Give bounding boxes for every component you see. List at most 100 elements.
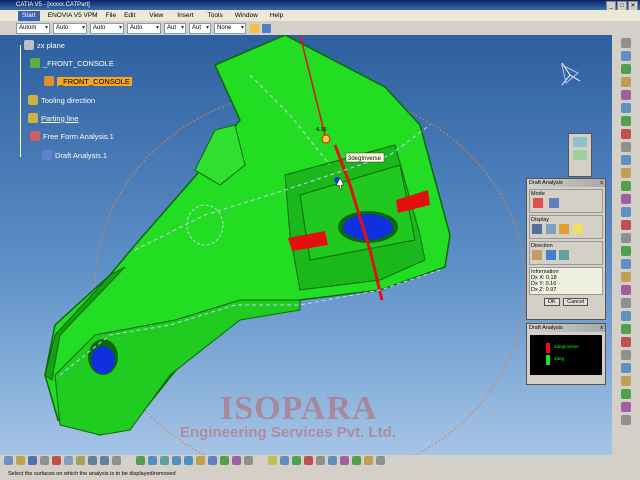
transparency-combo[interactable]: Auto <box>53 22 87 34</box>
analysis-tool-icon[interactable] <box>364 456 373 465</box>
zoom-in-icon[interactable] <box>172 456 181 465</box>
normal-view-icon[interactable] <box>196 456 205 465</box>
view-mode-icon[interactable] <box>573 137 587 147</box>
menu-edit[interactable]: Edit <box>124 12 135 19</box>
tree-item-draft-analysis[interactable]: Draft Analysis.1 <box>42 150 107 160</box>
tool-icon[interactable] <box>621 298 631 308</box>
zoom-out-icon[interactable] <box>184 456 193 465</box>
dialog-close-button[interactable]: x <box>600 179 603 187</box>
tree-item-front-console-body[interactable]: _FRONT_CONSOLE <box>44 76 132 86</box>
lock-direction-icon[interactable] <box>532 250 542 260</box>
layer-combo[interactable]: None <box>214 22 246 34</box>
tool-icon[interactable] <box>621 415 631 425</box>
compass-axis-icon[interactable] <box>561 62 581 86</box>
cut-icon[interactable] <box>52 456 61 465</box>
tree-item-parting-line[interactable]: Parting line <box>28 113 79 123</box>
ok-button[interactable]: OK <box>543 298 560 306</box>
help-icon[interactable] <box>112 456 121 465</box>
layer-type-combo[interactable]: Aut <box>189 22 211 34</box>
light-icon[interactable] <box>572 224 583 234</box>
tool-icon[interactable] <box>621 259 631 269</box>
analysis-tool-icon[interactable] <box>340 456 349 465</box>
analysis-tool-icon[interactable] <box>268 456 277 465</box>
rotate-icon[interactable] <box>160 456 169 465</box>
tool-icon[interactable] <box>621 116 631 126</box>
inspection-icon[interactable] <box>559 224 570 234</box>
full-mode-icon[interactable] <box>548 198 559 208</box>
analysis-tool-icon[interactable] <box>316 456 325 465</box>
menu-insert[interactable]: Insert <box>177 12 193 19</box>
analysis-tool-icon[interactable] <box>280 456 289 465</box>
tool-icon[interactable] <box>621 90 631 100</box>
menu-tools[interactable]: Tools <box>208 12 223 19</box>
analysis-tool-icon[interactable] <box>292 456 301 465</box>
tool-icon[interactable] <box>621 376 631 386</box>
line-type-combo[interactable]: Auto <box>127 22 161 34</box>
tool-icon[interactable] <box>621 103 631 113</box>
undo-icon[interactable] <box>88 456 97 465</box>
tool-icon[interactable] <box>621 311 631 321</box>
tool-icon[interactable] <box>621 142 631 152</box>
analysis-tool-icon[interactable] <box>352 456 361 465</box>
point-type-combo[interactable]: Aut <box>164 22 186 34</box>
cancel-button[interactable]: Cancel <box>563 298 589 306</box>
menu-window[interactable]: Window <box>235 12 258 19</box>
tool-icon[interactable] <box>621 233 631 243</box>
swap-space-icon[interactable] <box>244 456 253 465</box>
tree-item-zx-plane[interactable]: zx plane <box>24 40 65 50</box>
legend-close-button[interactable]: x <box>600 324 603 332</box>
tool-icon[interactable] <box>621 207 631 217</box>
paste-icon[interactable] <box>76 456 85 465</box>
pan-icon[interactable] <box>148 456 157 465</box>
menu-enovia[interactable]: ENOVIA V5 VPM <box>48 12 98 19</box>
open-icon[interactable] <box>16 456 25 465</box>
render-mode-icon[interactable] <box>573 150 587 160</box>
tool-icon[interactable] <box>621 129 631 139</box>
tool-icon[interactable] <box>621 220 631 230</box>
direction-marker-icon[interactable] <box>321 134 331 144</box>
brush-icon[interactable] <box>262 23 271 33</box>
new-icon[interactable] <box>4 456 13 465</box>
part-model[interactable] <box>44 35 451 436</box>
menu-file[interactable]: File <box>106 12 116 19</box>
tool-icon[interactable] <box>621 285 631 295</box>
tool-icon[interactable] <box>621 168 631 178</box>
tool-icon[interactable] <box>621 194 631 204</box>
tool-icon[interactable] <box>621 350 631 360</box>
redo-icon[interactable] <box>100 456 109 465</box>
tool-icon[interactable] <box>621 363 631 373</box>
fit-all-icon[interactable] <box>136 456 145 465</box>
tool-icon[interactable] <box>621 324 631 334</box>
invert-direction-icon[interactable] <box>559 250 570 260</box>
tree-item-tooling-direction[interactable]: Tooling direction <box>28 95 95 105</box>
hide-show-icon[interactable] <box>232 456 241 465</box>
tool-icon[interactable] <box>621 77 631 87</box>
analysis-tool-icon[interactable] <box>304 456 313 465</box>
save-icon[interactable] <box>28 456 37 465</box>
tool-icon[interactable] <box>621 246 631 256</box>
color-combo[interactable]: Autom <box>16 22 50 34</box>
tool-icon[interactable] <box>621 181 631 191</box>
paint-icon[interactable] <box>250 23 259 33</box>
line-thickness-combo[interactable]: Auto <box>90 22 124 34</box>
analysis-tool-icon[interactable] <box>328 456 337 465</box>
analysis-tool-icon[interactable] <box>376 456 385 465</box>
compass-direction-icon[interactable] <box>545 250 556 260</box>
cursor-icon[interactable] <box>545 224 556 234</box>
tool-icon[interactable] <box>621 402 631 412</box>
copy-icon[interactable] <box>64 456 73 465</box>
menu-help[interactable]: Help <box>270 12 283 19</box>
tool-icon[interactable] <box>621 389 631 399</box>
tool-icon[interactable] <box>621 272 631 282</box>
tree-item-front-console-part[interactable]: _FRONT_CONSOLE <box>30 58 114 68</box>
menu-start[interactable]: Start <box>18 10 40 21</box>
tree-item-free-form-analysis[interactable]: Free Form Analysis.1 <box>30 131 114 141</box>
shading-icon[interactable] <box>220 456 229 465</box>
print-icon[interactable] <box>40 456 49 465</box>
quick-mode-icon[interactable] <box>533 198 543 208</box>
tool-icon[interactable] <box>621 64 631 74</box>
menu-view[interactable]: View <box>149 12 163 19</box>
tool-icon[interactable] <box>621 337 631 347</box>
tool-icon[interactable] <box>621 51 631 61</box>
color-scale-icon[interactable] <box>532 224 542 234</box>
